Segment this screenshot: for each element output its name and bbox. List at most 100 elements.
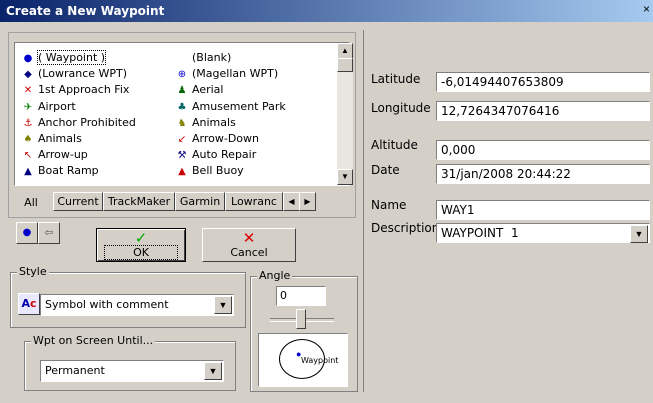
list-item[interactable]: ♣ Amusement Park [175, 99, 286, 115]
style-select-value: Symbol with comment [45, 298, 169, 311]
preview-label: Waypoint [301, 356, 339, 365]
list-item-label: Arrow-Down [192, 132, 259, 145]
wpt-on-screen-value: Permanent [45, 364, 105, 377]
point-mode-button[interactable]: ⇦ [38, 222, 60, 244]
globe-icon: ⊕ [177, 69, 187, 81]
list-item-label: (Magellan WPT) [192, 67, 279, 81]
ok-button[interactable]: ✓ OK [96, 228, 186, 262]
list-item[interactable]: ✕ 1st Approach Fix [21, 82, 130, 98]
waypoint-preview: ● Waypoint [258, 333, 348, 387]
tab-lowrance[interactable]: Lowranc [225, 192, 283, 211]
wpt-on-screen-label: Wpt on Screen Until... [31, 334, 156, 347]
style-symbol-button[interactable]: Ac [18, 293, 40, 315]
latitude-value: -6,01494407653809 [441, 75, 564, 89]
list-item-label: Anchor Prohibited [38, 115, 136, 129]
longitude-field[interactable]: 12,7264347076416 [436, 101, 650, 121]
tab-all[interactable]: All [14, 194, 48, 211]
list-item-label: Bell Buoy [192, 164, 244, 178]
list-item[interactable]: ♟ Aerial [175, 82, 224, 98]
chevron-down-icon[interactable]: ▼ [214, 296, 232, 314]
scroll-down-button[interactable]: ▼ [337, 169, 353, 185]
list-item[interactable]: ♠ Animals [21, 131, 82, 147]
list-item-label: Boat Ramp [38, 164, 99, 178]
symbol-list-items: ●( Waypoint ) (Blank) ◆ (Lowrance WPT) ⊕ (Mag… [15, 43, 337, 185]
waypoint-mode-button[interactable]: ● [16, 222, 38, 244]
name-field[interactable]: WAY1 [436, 200, 650, 220]
angle-input[interactable]: 0 [276, 286, 326, 306]
tab-scroll-left-button[interactable]: ◀ [283, 192, 300, 211]
title-bar: Create a New Waypoint × [0, 0, 653, 22]
longitude-label: Longitude [371, 101, 431, 115]
checkmark-icon: ✓ [134, 229, 148, 247]
tab-current[interactable]: Current [53, 192, 103, 211]
aerial-person-icon: ♟ [177, 85, 187, 97]
symbol-list[interactable]: ●( Waypoint ) (Blank) ◆ (Lowrance WPT) ⊕ (Mag… [14, 42, 353, 186]
scroll-thumb[interactable] [337, 58, 353, 72]
date-field[interactable]: 31/jan/2008 20:44:22 [436, 164, 650, 184]
cancel-button[interactable]: ✕ Cancel [202, 228, 296, 262]
name-value: WAY1 [441, 203, 475, 217]
longitude-value: 12,7264347076416 [441, 104, 560, 118]
diamond-arrow-icon: ◆ [24, 69, 32, 81]
list-item-label: Aerial [192, 83, 224, 97]
waypoint-dot-icon: ● [23, 53, 33, 64]
style-select[interactable]: Symbol with comment ▼ [40, 294, 234, 316]
list-item-label: 1st Approach Fix [38, 83, 130, 97]
list-item-label: (Blank) [192, 51, 232, 64]
anchor-prohibited-icon: ⚓ [23, 117, 33, 129]
scroll-up-button[interactable]: ▲ [337, 43, 353, 59]
symbol-list-scrollbar[interactable]: ▲ ▼ [337, 43, 353, 185]
list-item-label: Arrow-up [38, 148, 88, 162]
auto-repair-icon: ⚒ [177, 150, 187, 162]
description-value: WAYPOINT 1 [441, 226, 519, 240]
cancel-label: Cancel [230, 246, 268, 259]
altitude-value: 0,000 [441, 143, 476, 157]
angle-value: 0 [280, 289, 287, 302]
tab-scroll-right-button[interactable]: ▶ [299, 192, 316, 211]
list-item-label: Animals [38, 132, 82, 145]
animal-icon: ♞ [177, 117, 187, 129]
list-item-label: Airport [38, 99, 76, 113]
list-item[interactable]: ◆ (Lowrance WPT) [21, 66, 127, 82]
window-title: Create a New Waypoint [6, 4, 165, 18]
list-item[interactable]: ✈ Airport [21, 99, 76, 115]
arrow-left-icon: ⇦ [44, 226, 54, 239]
list-item[interactable]: ♞ Animals [175, 115, 236, 131]
chevron-down-icon[interactable]: ▼ [630, 225, 648, 243]
description-label: Description [371, 221, 440, 235]
arrow-down-icon: ↙ [177, 134, 187, 145]
wpt-on-screen-select[interactable]: Permanent ▼ [40, 360, 224, 382]
close-button[interactable]: × [643, 2, 653, 18]
list-item-label: (Lowrance WPT) [38, 67, 128, 81]
chevron-down-icon[interactable]: ▼ [204, 362, 222, 380]
latitude-field[interactable]: -6,01494407653809 [436, 72, 650, 92]
arrow-up-icon: ↖ [23, 150, 33, 162]
list-item-label: Amusement Park [192, 99, 286, 113]
list-item[interactable]: ⚒ Auto Repair [175, 147, 257, 163]
tab-garmin[interactable]: Garmin [175, 192, 225, 211]
list-item[interactable]: (Blank) [175, 50, 231, 66]
list-item[interactable]: ⊕ (Magellan WPT) [175, 66, 278, 82]
airplane-icon: ✈ [23, 101, 33, 113]
text-style-icon: Ac [21, 297, 37, 310]
x-mark-icon: ✕ [23, 85, 33, 97]
list-item[interactable]: ⚓ Anchor Prohibited [21, 115, 136, 131]
date-value: 31/jan/2008 20:44:22 [441, 167, 571, 181]
ok-label: OK [104, 245, 178, 260]
list-item[interactable]: ↙ Arrow-Down [175, 131, 259, 147]
list-item[interactable]: ●( Waypoint ) [21, 50, 107, 66]
list-item[interactable]: ↖ Arrow-up [21, 147, 88, 163]
list-item[interactable]: ▲ Boat Ramp [21, 163, 99, 179]
list-item-label: ( Waypoint ) [36, 50, 107, 65]
list-item-label: Animals [192, 115, 236, 129]
angle-slider-thumb[interactable] [296, 309, 306, 329]
boat-ramp-icon: ▲ [24, 166, 32, 178]
animal-track-icon: ♠ [23, 134, 33, 145]
description-select[interactable]: WAYPOINT 1 ▼ [436, 223, 650, 243]
cancel-x-icon: ✕ [242, 229, 256, 247]
tab-trackmaker[interactable]: TrackMaker [103, 192, 175, 211]
style-group-label: Style [17, 265, 49, 278]
list-item[interactable]: ▲ Bell Buoy [175, 163, 244, 179]
date-label: Date [371, 163, 400, 177]
altitude-field[interactable]: 0,000 [436, 140, 650, 160]
